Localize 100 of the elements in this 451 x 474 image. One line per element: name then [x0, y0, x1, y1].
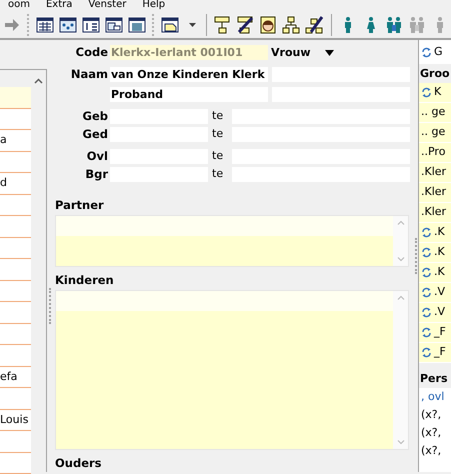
- sync-icon: [421, 307, 432, 318]
- group-item: .K: [434, 224, 445, 240]
- list-row[interactable]: [0, 238, 31, 259]
- sync-icon: [421, 87, 432, 98]
- field-label: Naam: [70, 66, 109, 83]
- list-row[interactable]: .Kler: [419, 183, 451, 203]
- menu-item[interactable]: oom: [0, 0, 38, 12]
- list-row[interactable]: .K: [419, 243, 451, 263]
- list-row[interactable]: [0, 194, 31, 216]
- list-row[interactable]: [0, 280, 31, 302]
- scroll-down-icon[interactable]: [396, 257, 404, 262]
- list-icon[interactable]: [82, 16, 100, 34]
- sync-icon: [421, 267, 432, 278]
- tree-icon[interactable]: [213, 16, 232, 34]
- list-row[interactable]: .V: [419, 283, 451, 303]
- field-label: Bgr: [84, 166, 109, 183]
- window-icon[interactable]: [161, 16, 179, 34]
- group-item: .K: [434, 264, 445, 280]
- section-heading: Partner: [54, 198, 105, 212]
- window-icon[interactable]: [128, 16, 146, 34]
- list-row[interactable]: K: [419, 83, 451, 103]
- list-row[interactable]: Louis: [0, 410, 31, 431]
- menu-item[interactable]: Venster: [80, 0, 134, 12]
- person-item[interactable]: (x?,: [419, 442, 451, 460]
- list-row[interactable]: [0, 452, 31, 474]
- list-row[interactable]: .Kler: [419, 163, 451, 183]
- sync-icon: [421, 46, 432, 58]
- field-label: te: [211, 108, 224, 124]
- sync-icon: [421, 327, 432, 338]
- group-item: .Kler: [421, 184, 446, 200]
- sync-icon: [421, 227, 432, 238]
- list-row[interactable]: .K: [419, 223, 451, 243]
- row-text: d: [0, 176, 7, 189]
- list-row[interactable]: [0, 108, 31, 130]
- list-row[interactable]: [0, 216, 31, 238]
- list-row[interactable]: .K: [419, 263, 451, 283]
- scroll-down-icon[interactable]: [396, 440, 404, 445]
- group-item: .. ge: [421, 124, 446, 140]
- caret-icon: [324, 50, 334, 56]
- list-row[interactable]: [56, 291, 393, 311]
- list-row[interactable]: .V: [419, 303, 451, 323]
- list-row[interactable]: [56, 216, 393, 236]
- table-icon[interactable]: [36, 16, 54, 34]
- field-label: Ged: [82, 126, 109, 143]
- person-item[interactable]: , ovl: [419, 388, 451, 406]
- tree-icon[interactable]: [236, 16, 254, 34]
- group-item: .Kler: [421, 204, 446, 220]
- splitter-bar[interactable]: [419, 363, 451, 369]
- window-icon[interactable]: [104, 16, 123, 34]
- list-row[interactable]: [0, 345, 31, 366]
- group-item: K: [434, 84, 442, 100]
- person-item[interactable]: (x?,: [419, 406, 451, 424]
- list-row[interactable]: [0, 259, 31, 280]
- list-row[interactable]: [0, 388, 31, 410]
- column-header: Pers: [419, 369, 451, 388]
- hierarchy-icon[interactable]: [282, 16, 300, 34]
- list-row[interactable]: ..Pro: [419, 143, 451, 163]
- list-box[interactable]: [55, 290, 409, 450]
- sync-icon: [421, 347, 432, 358]
- code-field[interactable]: Klerkx-Ierlant 001I01: [110, 45, 268, 60]
- group-item: _F: [434, 344, 446, 360]
- list-row[interactable]: efa: [0, 366, 31, 388]
- couple-icon[interactable]: [384, 16, 402, 34]
- list-row[interactable]: .. ge: [419, 103, 451, 123]
- list-row[interactable]: [0, 152, 31, 173]
- person-item[interactable]: (x?,: [419, 424, 451, 442]
- list-row[interactable]: [0, 302, 31, 324]
- group-item: .Kler: [421, 164, 446, 180]
- group-item: .K: [434, 244, 445, 260]
- list-row[interactable]: _F: [419, 343, 451, 363]
- hierarchy-icon[interactable]: [305, 16, 324, 34]
- window-icon[interactable]: [58, 16, 77, 34]
- list-row[interactable]: _F: [419, 323, 451, 343]
- list-box[interactable]: [55, 215, 409, 267]
- section-heading: Kinderen: [54, 273, 115, 287]
- row-text: a: [0, 133, 7, 146]
- group-item: .V: [434, 304, 446, 320]
- field-label: te: [211, 126, 224, 142]
- field-label: te: [211, 166, 224, 182]
- field-label: Ovl: [86, 148, 109, 165]
- name-field[interactable]: van Onze Kinderen Klerk: [110, 67, 268, 82]
- given-name-field[interactable]: Proband: [110, 87, 268, 102]
- column-header: Groo: [419, 64, 451, 83]
- menu-item[interactable]: Extra: [38, 0, 80, 12]
- group-item: .V: [434, 284, 446, 300]
- group-item: _F: [434, 324, 446, 340]
- list-row[interactable]: [0, 431, 31, 452]
- sex-dropdown[interactable]: Vrouw: [270, 45, 334, 60]
- scroll-up-icon[interactable]: [34, 78, 43, 84]
- list-row[interactable]: .. ge: [419, 123, 451, 143]
- list-row[interactable]: d: [0, 173, 31, 194]
- field-label: Code: [74, 44, 109, 61]
- list-row[interactable]: a: [0, 130, 31, 152]
- field-label: te: [211, 148, 224, 164]
- row-text: efa: [0, 370, 18, 382]
- sync-icon: [421, 287, 432, 298]
- group-item: .. ge: [421, 104, 446, 120]
- list-row[interactable]: .Kler: [419, 203, 451, 223]
- avatar-icon[interactable]: [259, 16, 278, 34]
- list-row[interactable]: [0, 324, 31, 345]
